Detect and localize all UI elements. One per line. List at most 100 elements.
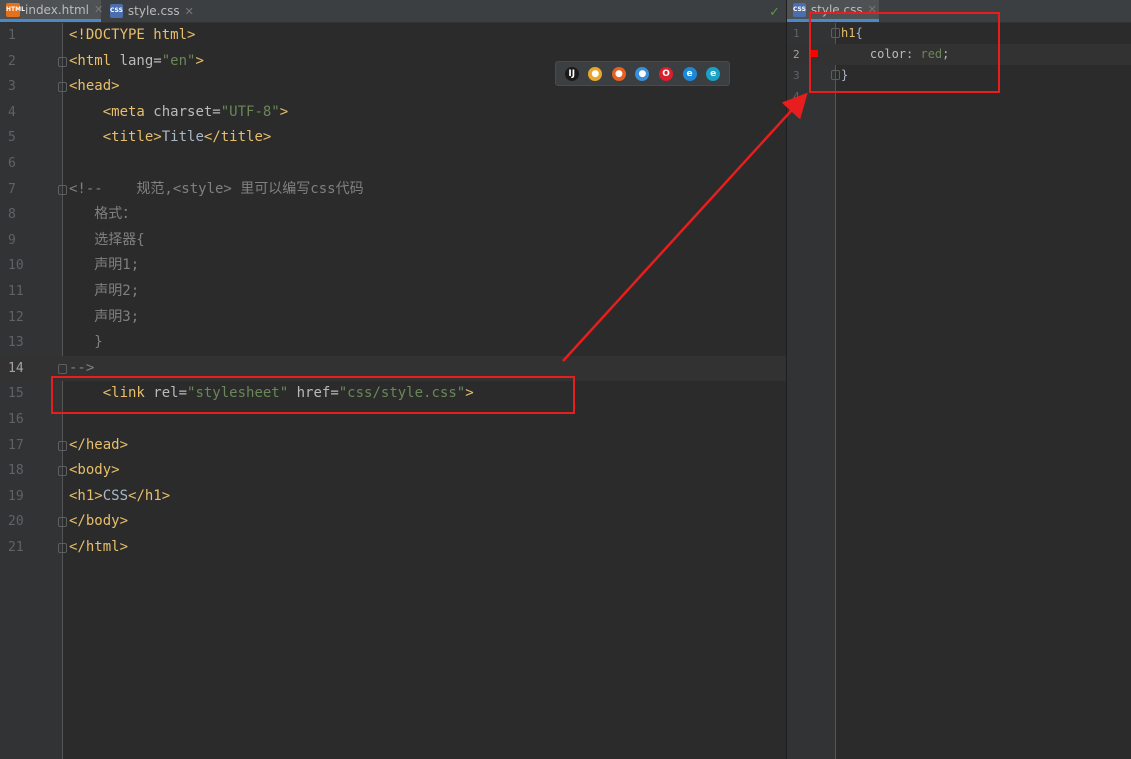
fold-marker-icon[interactable] (58, 466, 67, 477)
code-line[interactable]: 8 格式： (0, 202, 786, 228)
code-token: charset= (153, 103, 221, 120)
code-token: > (279, 103, 289, 120)
line-number: 8 (8, 207, 16, 223)
tab-index-html[interactable]: HTML index.html ✕ (0, 0, 103, 22)
line-number: 6 (8, 156, 16, 171)
code-line[interactable]: 1 <!DOCTYPE html> (0, 23, 786, 49)
code-text: <h1>CSS</h1> (69, 484, 170, 510)
code-line[interactable]: 13 } (0, 330, 786, 356)
line-number: 1 (793, 27, 800, 40)
code-token: <html (69, 52, 120, 69)
edge-icon[interactable]: e (706, 66, 721, 81)
code-line[interactable]: 6 (0, 151, 786, 177)
code-text: <html lang="en"> (69, 49, 204, 75)
intellij-icon[interactable]: IJ (564, 66, 579, 81)
code-token: </h1> (128, 487, 171, 504)
code-line[interactable]: 10 声明1; (0, 253, 786, 279)
code-text: 选择器{ (69, 228, 145, 254)
firefox-icon[interactable]: ● (611, 66, 626, 81)
code-token: html (153, 27, 188, 43)
code-token: <body> (69, 462, 120, 479)
code-text: </body> (69, 509, 128, 535)
code-text: </head> (69, 433, 128, 459)
tab-style-css[interactable]: CSS style.css ✕ (104, 0, 194, 22)
fold-marker-icon[interactable] (58, 363, 67, 374)
fold-marker-icon[interactable] (58, 440, 67, 451)
code-text: 声明3; (69, 305, 139, 331)
code-token: </html> (69, 539, 129, 555)
code-token: <h1> (69, 487, 103, 504)
line-number: 17 (8, 437, 24, 453)
line-number: 12 (8, 309, 24, 325)
close-icon[interactable]: ✕ (94, 3, 103, 16)
line-number: 16 (8, 412, 24, 427)
code-line[interactable]: 7 <!-- 规范,<style> 里可以编写css代码 (0, 177, 786, 203)
fold-marker-icon[interactable] (58, 543, 67, 553)
ie-icon[interactable]: e (682, 66, 697, 81)
line-number: 20 (8, 514, 24, 530)
line-number: 14 (8, 360, 24, 376)
tab-label: index.html (25, 2, 89, 17)
highlight-box-css (809, 12, 1000, 93)
code-line[interactable]: 17 </head> (0, 433, 786, 459)
style-css-editor[interactable]: CSS style.css ✕ 1 h1{2 color: red; 3} 4 (787, 0, 1131, 759)
css-file-icon: CSS (793, 2, 806, 17)
fold-marker-icon[interactable] (58, 517, 67, 528)
code-text: 声明1; (69, 253, 139, 279)
code-token: 格式： (69, 206, 137, 223)
editor-tabbar: HTML index.html ✕ CSS style.css ✕ (0, 0, 786, 23)
code-line[interactable]: 19 <h1>CSS</h1> (0, 484, 786, 510)
line-number: 2 (8, 53, 16, 69)
line-number: 1 (8, 28, 16, 43)
line-number: 19 (8, 488, 24, 504)
code-text: } (69, 330, 102, 356)
highlight-box-link (51, 376, 575, 414)
code-token: <!-- 规范,<style> 里可以编写css代码 (69, 180, 364, 197)
code-area[interactable]: 1 h1{2 color: red; 3} 4 (787, 23, 1131, 759)
code-token: 声明3; (69, 308, 140, 325)
code-token: "en" (161, 52, 196, 69)
line-number: 9 (8, 232, 16, 248)
safari-icon[interactable]: ● (635, 66, 650, 81)
code-line[interactable]: 18 <body> (0, 458, 786, 484)
line-number: 15 (8, 386, 24, 402)
code-line[interactable]: 11 声明2; (0, 279, 786, 305)
code-line[interactable]: 21 </html> (0, 535, 786, 561)
line-number: 7 (8, 181, 16, 197)
code-text: <!-- 规范,<style> 里可以编写css代码 (69, 177, 364, 203)
fold-marker-icon[interactable] (58, 184, 67, 195)
line-number: 18 (8, 463, 24, 479)
tab-label: style.css (127, 4, 180, 18)
code-text: <meta charset="UTF-8"> (69, 100, 288, 126)
code-token: </body> (69, 513, 129, 530)
code-token: Title (161, 129, 204, 146)
code-line[interactable]: 5 <title>Title</title> (0, 125, 786, 151)
code-line[interactable]: 9 选择器{ (0, 228, 786, 254)
fold-marker-icon[interactable] (58, 56, 67, 67)
close-icon[interactable]: ✕ (185, 5, 194, 18)
code-line[interactable]: 20 </body> (0, 509, 786, 535)
line-number: 10 (8, 258, 24, 274)
code-token: <!DOCTYPE (69, 27, 154, 43)
code-text: <!DOCTYPE html> (69, 23, 195, 49)
line-number: 11 (8, 284, 24, 299)
code-line[interactable]: 12 声明3; (0, 305, 786, 331)
code-token: 选择器{ (69, 231, 145, 248)
code-text: <title>Title</title> (69, 125, 272, 151)
chrome-icon[interactable]: ● (588, 66, 603, 81)
line-number: 5 (8, 130, 16, 146)
code-token: CSS (102, 487, 129, 504)
code-line[interactable]: 4 <meta charset="UTF-8"> (0, 100, 786, 126)
fold-marker-icon[interactable] (58, 82, 67, 93)
line-number: 2 (793, 48, 800, 61)
code-text: </html> (69, 535, 128, 561)
open-in-browser-toolbar: IJ ● ● ● Oe e (555, 61, 730, 86)
code-token: </title> (203, 129, 272, 146)
opera-icon[interactable]: O (659, 66, 674, 81)
code-token: <title> (102, 129, 162, 146)
inspection-ok-icon[interactable]: ✓ (769, 5, 780, 20)
code-text: <head> (69, 74, 120, 100)
line-number: 21 (8, 540, 24, 555)
